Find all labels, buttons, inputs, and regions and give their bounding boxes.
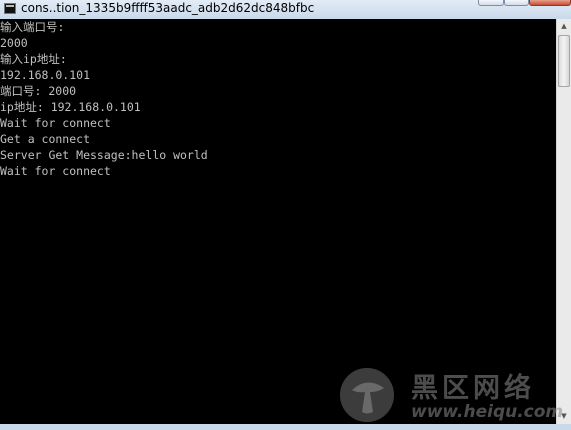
console-line: 输入ip地址: <box>0 52 67 66</box>
watermark: 黑区网络 www.heiqu.com <box>337 366 563 424</box>
close-button[interactable] <box>529 0 571 6</box>
minimize-button[interactable] <box>478 0 504 6</box>
console-line: 输入端口号: <box>0 20 65 34</box>
mushroom-logo-icon <box>340 368 394 422</box>
window-title: cons..tion_1335b9ffff53aadc_adb2d62dc848… <box>21 1 315 15</box>
console-line: Get a connect <box>0 132 91 146</box>
console-line: Wait for connect <box>0 116 111 130</box>
vertical-scrollbar[interactable]: ▲ ▼ <box>556 19 571 424</box>
watermark-brand: 黑区网络 <box>411 373 535 404</box>
console-app-icon[interactable] <box>4 3 16 14</box>
watermark-url: www.heiqu.com <box>411 402 564 422</box>
console-line: ip地址: 192.168.0.101 <box>0 100 141 114</box>
console-line: Wait for connect <box>0 164 111 178</box>
window-bottom-border <box>0 424 571 430</box>
console-line: 192.168.0.101 <box>0 68 91 82</box>
maximize-button[interactable] <box>504 0 529 6</box>
console-line: 2000 <box>0 36 28 50</box>
scroll-up-arrow-icon[interactable]: ▲ <box>557 19 571 34</box>
console-line: 端口号: 2000 <box>0 84 77 98</box>
console-output[interactable]: 输入端口号: 2000 输入ip地址: 192.168.0.101 端口号: 2… <box>0 19 556 424</box>
title-bar[interactable]: cons..tion_1335b9ffff53aadc_adb2d62dc848… <box>0 0 571 19</box>
scroll-thumb[interactable] <box>558 35 570 87</box>
console-window: cons..tion_1335b9ffff53aadc_adb2d62dc848… <box>0 0 571 430</box>
console-line: Server Get Message:hello world <box>0 148 208 162</box>
